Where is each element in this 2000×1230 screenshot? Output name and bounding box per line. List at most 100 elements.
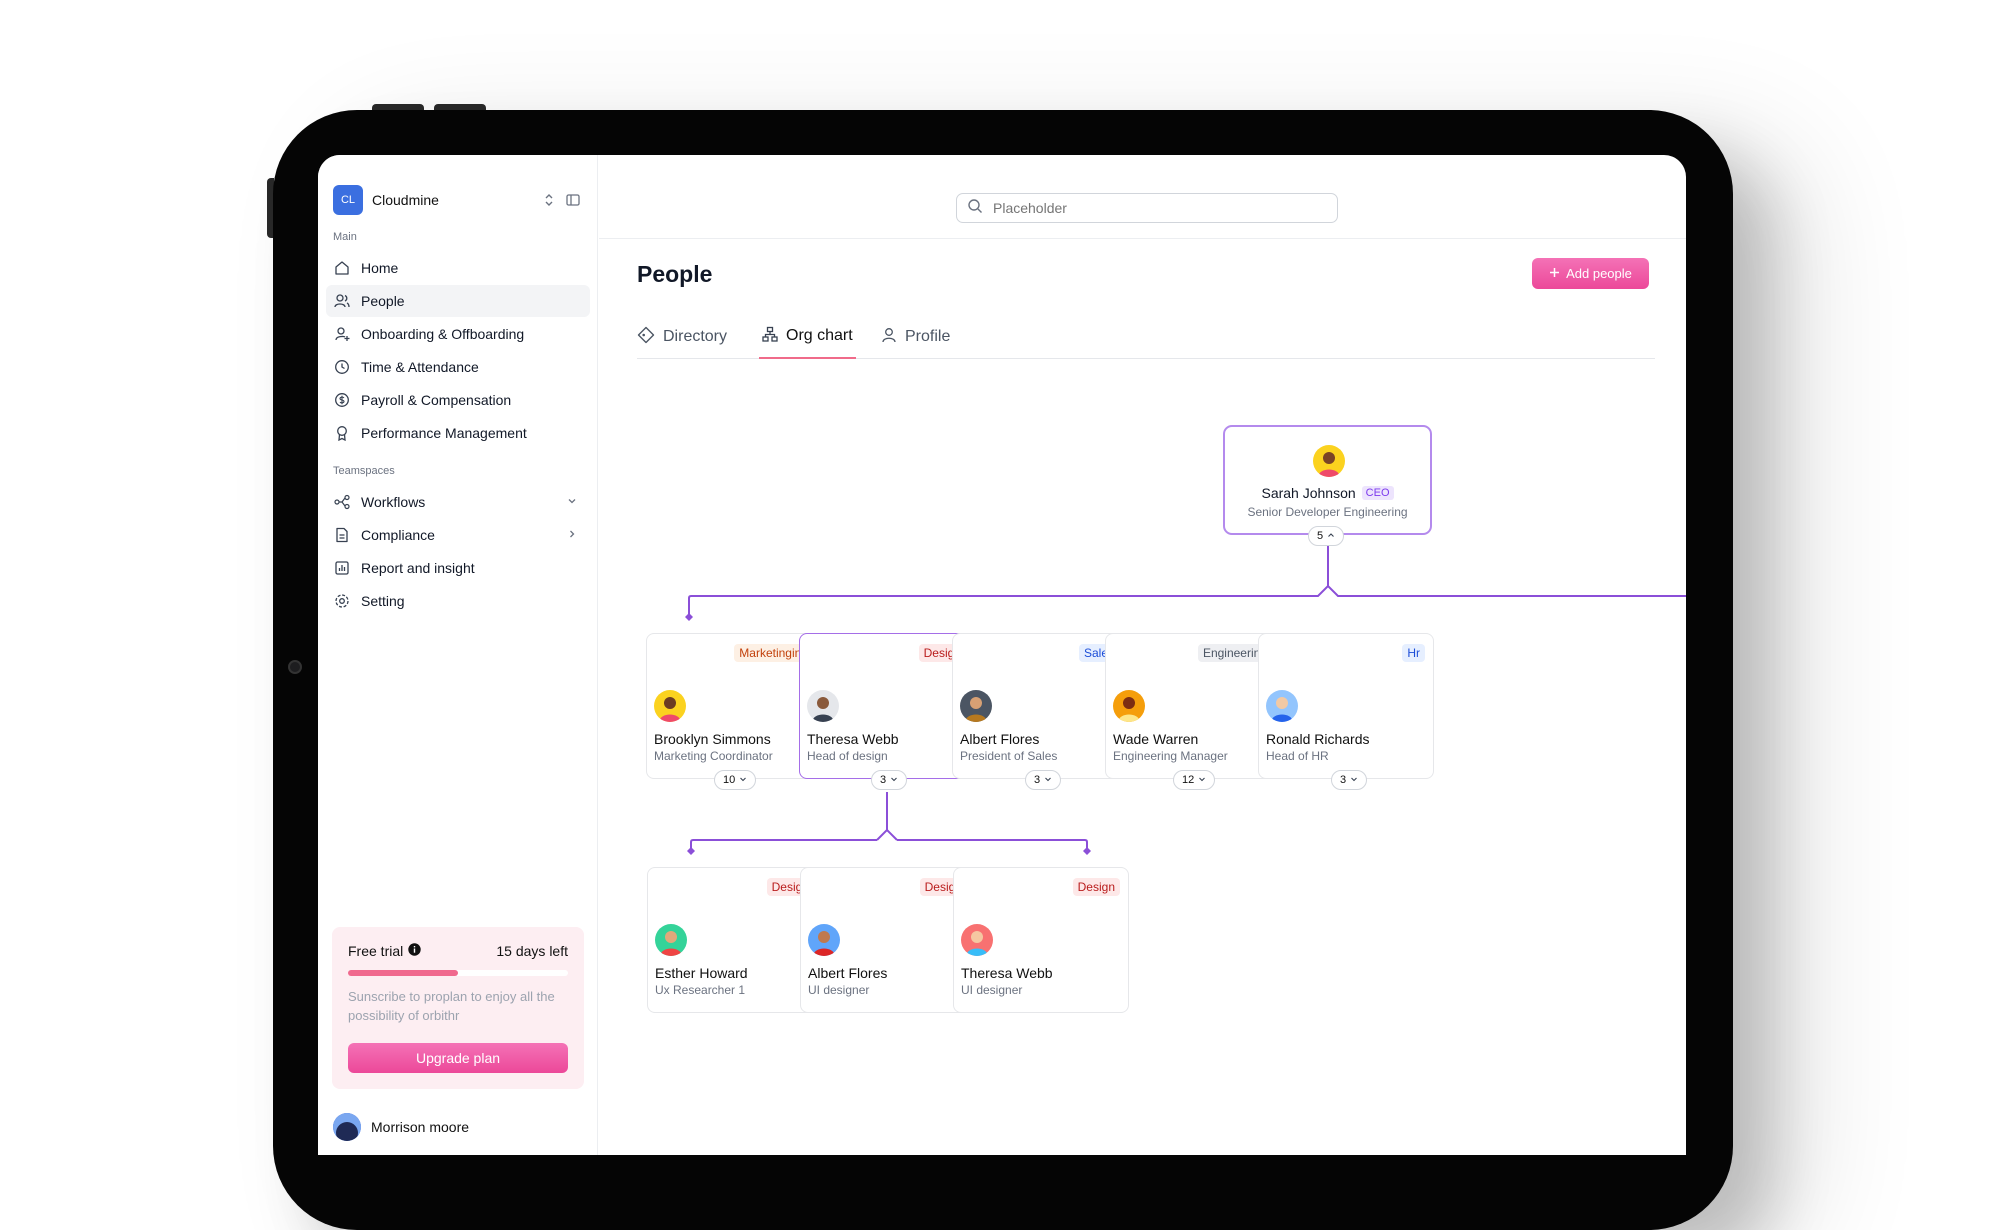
sidebar-item-compliance[interactable]: Compliance (326, 519, 590, 551)
department-tag: Hr (1402, 644, 1425, 662)
chevron-down-icon[interactable] (566, 494, 578, 510)
user-name: Morrison moore (371, 1119, 470, 1135)
person-role: Head of HR (1266, 749, 1329, 763)
org-card-wade-warren[interactable]: Engineering Wade Warren Engineering Mana… (1105, 633, 1281, 779)
org-card-ronald-richards[interactable]: Hr Ronald Richards Head of HR (1258, 633, 1434, 779)
trial-progress-bar (348, 970, 568, 976)
clock-icon (333, 358, 351, 376)
trial-title: Free trial (348, 943, 404, 959)
person-name: Theresa Webb (961, 965, 1053, 981)
expand-toggle[interactable]: 5 (1308, 526, 1345, 546)
avatar (1266, 690, 1298, 722)
expand-toggle[interactable]: 3 (871, 770, 908, 790)
person-name: Wade Warren (1113, 731, 1199, 747)
sidebar-item-label: Time & Attendance (361, 359, 479, 375)
expand-toggle[interactable]: 10 (714, 770, 757, 790)
sidebar-item-label: People (361, 293, 405, 309)
workspace-switcher[interactable]: CL Cloudmine (333, 185, 439, 215)
sidebar-item-label: Onboarding & Offboarding (361, 326, 525, 342)
gear-icon (333, 592, 351, 610)
person-name: Esther Howard (655, 965, 748, 981)
sidebar-item-label: Performance Management (361, 425, 527, 441)
org-card-esther-howard[interactable]: Design Esther Howard Ux Researcher 1 (647, 867, 823, 1013)
section-label-main: Main (333, 231, 357, 243)
person-role: Ux Researcher 1 (655, 983, 746, 997)
org-card-theresa-webb[interactable]: Design Theresa Webb Head of design (799, 633, 975, 779)
info-icon[interactable] (408, 943, 421, 959)
chevron-down-icon (1198, 774, 1206, 786)
sidebar-item-label: Home (361, 260, 399, 276)
person-role: Marketing Coordinator (654, 749, 773, 763)
trial-progress-fill (348, 970, 458, 976)
ceo-badge: CEO (1361, 486, 1394, 500)
chevron-up-down-icon[interactable] (544, 193, 554, 212)
person-name: Albert Flores (808, 965, 888, 981)
main-content: People Add people Directory Org chart Pr… (599, 155, 1686, 1155)
org-card-albert-flores[interactable]: Sales Albert Flores President of Sales (952, 633, 1128, 779)
report-count: 3 (880, 774, 887, 786)
sidebar-item-label: Payroll & Compensation (361, 392, 512, 408)
user-profile[interactable]: Morrison moore (333, 1113, 469, 1141)
section-label-teamspaces: Teamspaces (333, 465, 395, 477)
avatar (1113, 690, 1145, 722)
person-name: Brooklyn Simmons (654, 731, 771, 747)
trial-days-left: 15 days left (496, 943, 568, 959)
sidebar: CL Cloudmine Main Home People Onboarding… (318, 155, 598, 1155)
chevron-up-icon (1327, 530, 1335, 542)
expand-toggle[interactable]: 12 (1173, 770, 1216, 790)
sidebar-item-label: Compliance (361, 527, 435, 543)
workflow-icon (333, 493, 351, 511)
avatar (333, 1113, 361, 1141)
report-count: 12 (1182, 774, 1195, 786)
trial-description: Sunscribe to proplan to enjoy all the po… (348, 989, 555, 1023)
expand-toggle[interactable]: 3 (1331, 770, 1368, 790)
upgrade-plan-button[interactable]: Upgrade plan (348, 1043, 568, 1073)
document-icon (333, 526, 351, 544)
chevron-down-icon (739, 774, 747, 786)
person-role: Head of design (807, 749, 888, 763)
chevron-right-icon[interactable] (566, 527, 578, 543)
expand-toggle[interactable]: 3 (1025, 770, 1062, 790)
person-role: President of Sales (960, 749, 1058, 763)
sidebar-item-time-attendance[interactable]: Time & Attendance (326, 351, 590, 383)
department-tag: Design (1072, 878, 1120, 896)
chevron-down-icon (1350, 774, 1358, 786)
award-icon (333, 424, 351, 442)
camera (288, 660, 302, 674)
free-trial-card: Free trial 15 days left Sunscribe to pro… (332, 927, 584, 1089)
avatar (655, 924, 687, 956)
sidebar-item-onboarding[interactable]: Onboarding & Offboarding (326, 318, 590, 350)
avatar (1313, 445, 1345, 477)
person-role: UI designer (961, 983, 1023, 997)
avatar (807, 690, 839, 722)
person-name: Ronald Richards (1266, 731, 1370, 747)
person-role: Senior Developer Engineering (1247, 505, 1408, 519)
avatar (960, 690, 992, 722)
sidebar-item-label: Workflows (361, 494, 426, 510)
workspace-name: Cloudmine (372, 192, 439, 208)
sidebar-item-report[interactable]: Report and insight (326, 552, 590, 584)
org-card-theresa-webb-ui[interactable]: Design Theresa Webb UI designer (953, 867, 1129, 1013)
org-card-brooklyn-simmons[interactable]: Marketinging Brooklyn Simmons Marketing … (646, 633, 822, 779)
sidebar-item-people[interactable]: People (326, 285, 590, 317)
chevron-down-icon (890, 774, 898, 786)
sidebar-item-setting[interactable]: Setting (326, 585, 590, 617)
sidebar-item-payroll[interactable]: Payroll & Compensation (326, 384, 590, 416)
workspace-logo: CL (333, 185, 363, 215)
report-count: 5 (1317, 530, 1324, 542)
app-screen: CL Cloudmine Main Home People Onboarding… (318, 155, 1686, 1155)
report-count: 10 (723, 774, 736, 786)
sidebar-item-performance[interactable]: Performance Management (326, 417, 590, 449)
sidebar-toggle-icon[interactable] (566, 193, 580, 212)
sidebar-item-home[interactable]: Home (326, 252, 590, 284)
user-plus-icon (333, 325, 351, 343)
chevron-down-icon (1044, 774, 1052, 786)
org-card-albert-flores-ui[interactable]: Design Albert Flores UI designer (800, 867, 976, 1013)
person-name: Albert Flores (960, 731, 1040, 747)
avatar (961, 924, 993, 956)
org-card-ceo[interactable]: Sarah Johnson CEO Senior Developer Engin… (1223, 425, 1432, 535)
avatar (654, 690, 686, 722)
people-icon (333, 292, 351, 310)
sidebar-item-label: Report and insight (361, 560, 475, 576)
sidebar-item-workflows[interactable]: Workflows (326, 486, 590, 518)
